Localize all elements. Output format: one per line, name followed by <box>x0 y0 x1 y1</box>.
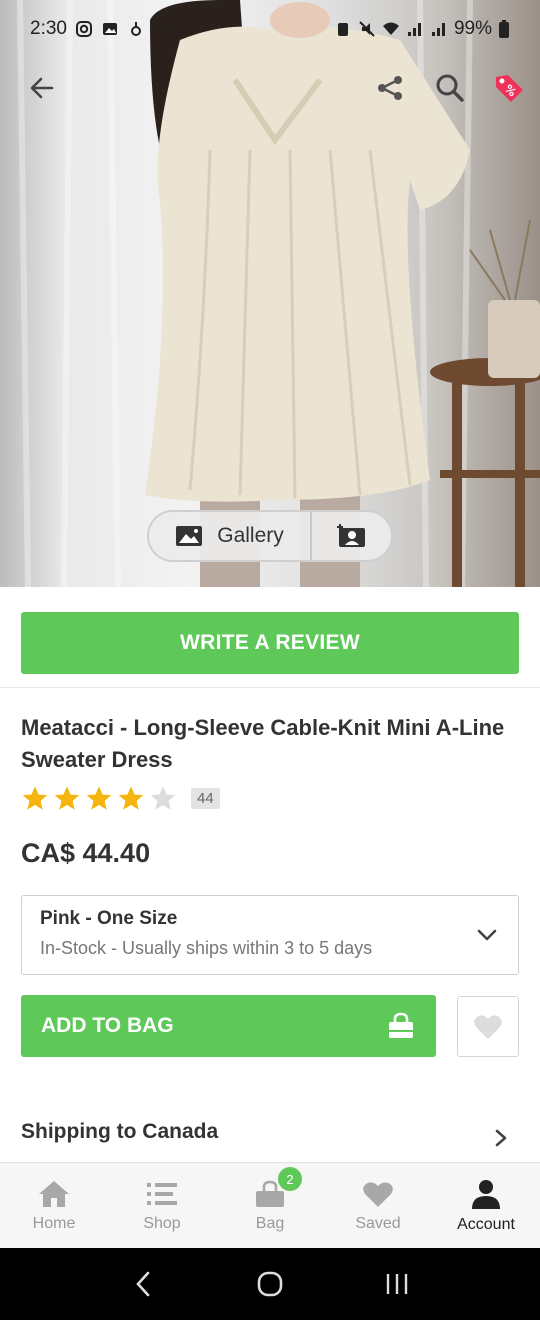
add-to-bag-button[interactable]: ADD TO BAG <box>21 995 436 1057</box>
signal-icon-2 <box>431 23 445 36</box>
save-to-favorites-button[interactable] <box>457 996 519 1057</box>
divider <box>0 687 540 688</box>
signal-icon <box>407 23 421 36</box>
gallery-notification-icon <box>102 23 117 35</box>
system-back-button[interactable] <box>113 1254 173 1314</box>
variant-name: Pink - One Size <box>40 908 178 929</box>
bag-count-badge: 2 <box>278 1167 302 1191</box>
product-price: CA$ 44.40 <box>21 838 151 868</box>
wifi-icon <box>382 22 399 35</box>
status-bar: 2:30 99% <box>0 0 540 58</box>
top-nav: % <box>0 62 540 118</box>
shipping-label: Shipping to Canada <box>21 1120 219 1143</box>
battery-icon <box>499 20 509 38</box>
star-rating[interactable]: 44 <box>21 784 220 812</box>
deals-button[interactable]: % <box>487 66 531 110</box>
tab-label: Bag <box>255 1214 285 1232</box>
battery-percent: 99% <box>453 18 492 39</box>
gallery-label: Gallery <box>217 524 284 547</box>
tab-label: Account <box>457 1215 515 1233</box>
star-filled-icon <box>118 786 144 810</box>
tab-home[interactable]: Home <box>0 1163 108 1248</box>
gallery-toggle: Gallery <box>147 510 393 562</box>
search-button[interactable] <box>428 66 472 110</box>
variant-availability: In-Stock - Usually ships within 3 to 5 d… <box>40 938 373 958</box>
heart-icon <box>363 1181 393 1207</box>
back-button[interactable] <box>20 66 64 110</box>
product-photo[interactable]: 2:30 99% % Gallery <box>0 0 540 587</box>
share-button[interactable] <box>368 66 412 110</box>
home-circle-icon <box>257 1271 283 1297</box>
review-count: 44 <box>191 787 220 809</box>
shipping-row[interactable]: Shipping to Canada <box>21 1120 519 1147</box>
tab-label: Shop <box>143 1214 181 1232</box>
heart-icon <box>474 1014 502 1039</box>
system-home-button[interactable] <box>240 1254 300 1314</box>
tab-label: Home <box>32 1214 76 1232</box>
system-recents-button[interactable] <box>367 1254 427 1314</box>
add-photo-icon <box>336 524 365 547</box>
star-filled-icon <box>54 786 80 810</box>
gallery-button[interactable]: Gallery <box>149 512 312 560</box>
recents-icon <box>386 1274 407 1294</box>
chevron-right-icon <box>495 1129 507 1147</box>
instagram-icon <box>75 21 92 37</box>
tab-label: Saved <box>355 1214 401 1232</box>
tab-saved[interactable]: Saved <box>324 1163 432 1248</box>
share-icon <box>378 76 402 100</box>
status-time: 2:30 <box>30 18 67 39</box>
add-photo-button[interactable] <box>312 512 391 560</box>
back-chevron-icon <box>136 1271 150 1297</box>
write-review-button[interactable]: WRITE A REVIEW <box>21 612 519 674</box>
user-icon <box>472 1179 500 1209</box>
more-notifications-dot <box>156 26 163 32</box>
shopping-bag-icon <box>389 1012 413 1038</box>
battery-saver-icon <box>337 23 348 36</box>
tab-bag[interactable]: 2 Bag <box>216 1163 324 1248</box>
bottom-tab-bar: Home Shop 2 Bag Saved Account <box>0 1162 540 1248</box>
app-notification-icon <box>130 22 141 36</box>
star-empty-icon <box>150 786 176 810</box>
variant-selector[interactable]: Pink - One Size In-Stock - Usually ships… <box>21 895 519 975</box>
arrow-left-icon <box>30 77 54 99</box>
tab-shop[interactable]: Shop <box>108 1163 216 1248</box>
search-icon <box>436 74 464 102</box>
sale-tag-icon: % <box>496 75 523 102</box>
add-to-bag-label: ADD TO BAG <box>41 1014 174 1037</box>
tab-account[interactable]: Account <box>432 1163 540 1248</box>
mute-icon <box>359 21 375 37</box>
star-filled-icon <box>22 786 48 810</box>
image-icon <box>176 526 203 546</box>
home-icon <box>39 1180 69 1207</box>
list-icon <box>147 1182 177 1205</box>
star-filled-icon <box>86 786 112 810</box>
chevron-down-icon <box>477 929 497 941</box>
system-nav-bar <box>0 1248 540 1320</box>
product-title: Meatacci - Long-Sleeve Cable-Knit Mini A… <box>21 715 505 772</box>
